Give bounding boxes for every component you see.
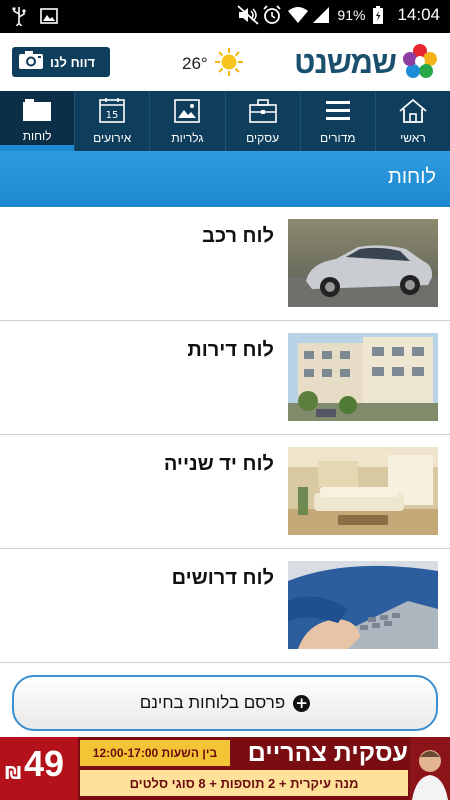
weather-widget: 26° — [182, 47, 244, 81]
list-item-apartments-board[interactable]: לוח דירות — [0, 321, 450, 435]
ad-hours: בין השעות 12:00-17:00 — [80, 740, 230, 766]
tab-businesses-label: עסקים — [246, 131, 280, 145]
site-logo[interactable]: שמשנט — [294, 43, 438, 83]
mute-icon — [237, 5, 260, 25]
tab-boards-label: לוחות — [22, 129, 52, 143]
status-bar-notifications — [10, 6, 58, 29]
ad-price: 49 — [24, 743, 65, 784]
list-item-car-board[interactable]: לוח רכב — [0, 207, 450, 321]
status-bar: 91% 14:04 — [0, 0, 450, 33]
list-item-wanted-board[interactable]: לוח דרושים — [0, 549, 450, 663]
menu-lines-icon — [324, 98, 352, 128]
app-header: דווח לנו 26° שמשנט — [0, 33, 450, 91]
wifi-icon — [287, 5, 309, 25]
publish-free-button[interactable]: פרסם בלוחות בחינם + — [12, 675, 438, 731]
image-icon — [40, 6, 58, 26]
keyboard-thumbnail — [288, 561, 438, 649]
tab-home[interactable]: ראשי — [374, 91, 450, 151]
clock: 14:04 — [397, 5, 440, 24]
battery-icon — [372, 5, 390, 25]
tab-sections-label: מדורים — [320, 131, 356, 145]
board-title: לוח דירות — [187, 339, 274, 361]
gallery-icon — [173, 98, 201, 128]
apartments-thumbnail — [288, 333, 438, 421]
ad-headline: עסקית צהריים — [247, 739, 408, 767]
tab-events-label: אירועים — [93, 131, 132, 145]
calendar-day: 15 — [106, 110, 119, 121]
report-button-label: דווח לנו — [50, 54, 96, 70]
living-room-thumbnail — [288, 447, 438, 535]
plus-circle-icon: + — [293, 694, 311, 712]
tab-boards[interactable]: לוחות — [0, 91, 75, 151]
usb-icon — [10, 6, 28, 29]
chef-photo — [410, 737, 450, 800]
board-title: לוח יד שנייה — [163, 453, 274, 475]
report-to-us-button[interactable]: דווח לנו — [12, 47, 110, 77]
list-item-second-hand-board[interactable]: לוח יד שנייה — [0, 435, 450, 549]
camera-icon — [18, 50, 44, 74]
calendar-icon: 15 — [98, 98, 126, 128]
boards-list: לוח רכב לוח דירות לוח יד שנייה לוח דרושי… — [0, 207, 450, 663]
home-icon — [398, 98, 428, 128]
ad-subline: מנה עיקרית + 2 תוספות + 8 סוגי סלטים — [80, 770, 408, 796]
car-thumbnail — [288, 219, 438, 307]
tab-events[interactable]: 15 אירועים — [74, 91, 149, 151]
section-title: לוחות — [388, 166, 436, 188]
briefcase-icon — [248, 98, 278, 128]
alarm-icon — [262, 5, 282, 25]
tab-galleries-label: גלריות — [171, 131, 204, 145]
tab-galleries[interactable]: גלריות — [149, 91, 224, 151]
logo-flower-icon — [402, 43, 438, 83]
battery-percent: 91% — [337, 7, 366, 23]
logo-text: שמשנט — [294, 45, 397, 80]
board-title: לוח רכב — [202, 225, 274, 247]
weather-temperature: 26° — [182, 54, 208, 73]
status-bar-system: 91% 14:04 — [237, 5, 440, 25]
sun-icon — [214, 47, 244, 81]
main-nav: לוחות 15 אירועים גלריות עסקים מדורים ראש… — [0, 91, 450, 151]
tab-businesses[interactable]: עסקים — [224, 91, 300, 151]
tab-home-label: ראשי — [400, 131, 426, 145]
board-title: לוח דרושים — [171, 567, 274, 589]
board-icon — [22, 98, 52, 126]
ad-banner[interactable]: ₪ 49 בין השעות 12:00-17:00 עסקית צהריים … — [0, 737, 450, 800]
ad-currency: ₪ — [5, 763, 22, 784]
publish-button-label: פרסם בלוחות בחינם — [139, 693, 286, 712]
ad-price-box: ₪ 49 — [0, 737, 78, 800]
tab-sections[interactable]: מדורים — [299, 91, 375, 151]
section-header: לוחות — [0, 151, 450, 207]
signal-icon — [312, 5, 330, 25]
